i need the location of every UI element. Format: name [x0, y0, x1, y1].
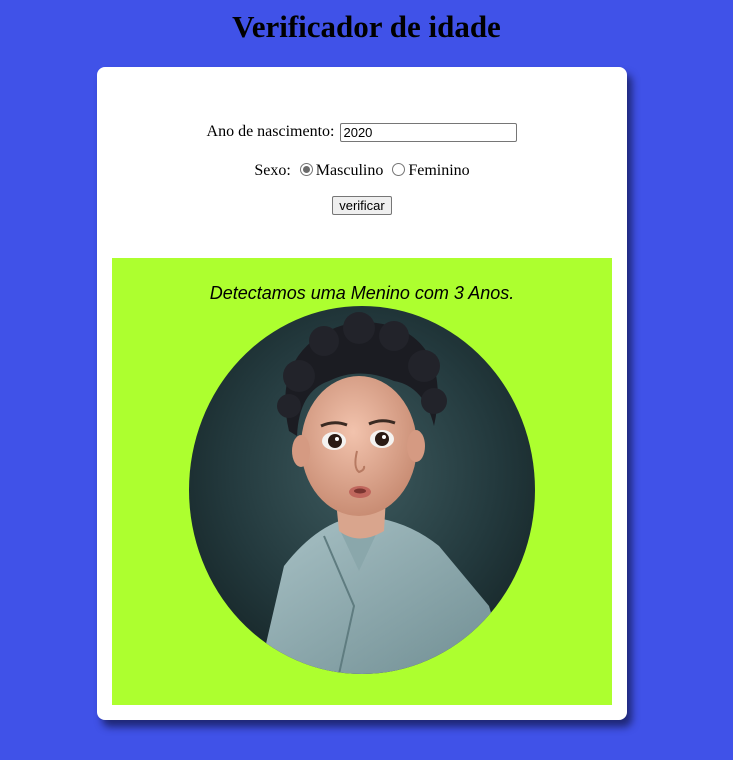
birth-year-row: Ano de nascimento: [97, 123, 627, 142]
result-message: Detectamos uma Menino com 3 Anos. [209, 283, 515, 303]
sex-label: Sexo: [254, 162, 291, 179]
child-photo-illustration [189, 306, 535, 674]
radio-masculino[interactable] [299, 163, 313, 176]
verify-button[interactable]: verificar [332, 196, 392, 215]
birth-year-input[interactable] [340, 123, 518, 142]
result-panel: Detectamos uma Menino com 3 Anos. [112, 258, 612, 705]
birth-year-label: Ano de nascimento: [206, 123, 335, 141]
button-row: verificar [97, 196, 627, 215]
radio-feminino-label[interactable]: Feminino [408, 162, 469, 179]
sex-row: Sexo: Masculino Feminino [97, 162, 627, 180]
child-photo [189, 306, 535, 674]
form-card: Ano de nascimento: Sexo: Masculino Femin… [97, 67, 627, 720]
radio-masculino-label[interactable]: Masculino [316, 162, 384, 179]
page-title: Verificador de idade [232, 9, 501, 44]
radio-feminino[interactable] [392, 163, 406, 176]
